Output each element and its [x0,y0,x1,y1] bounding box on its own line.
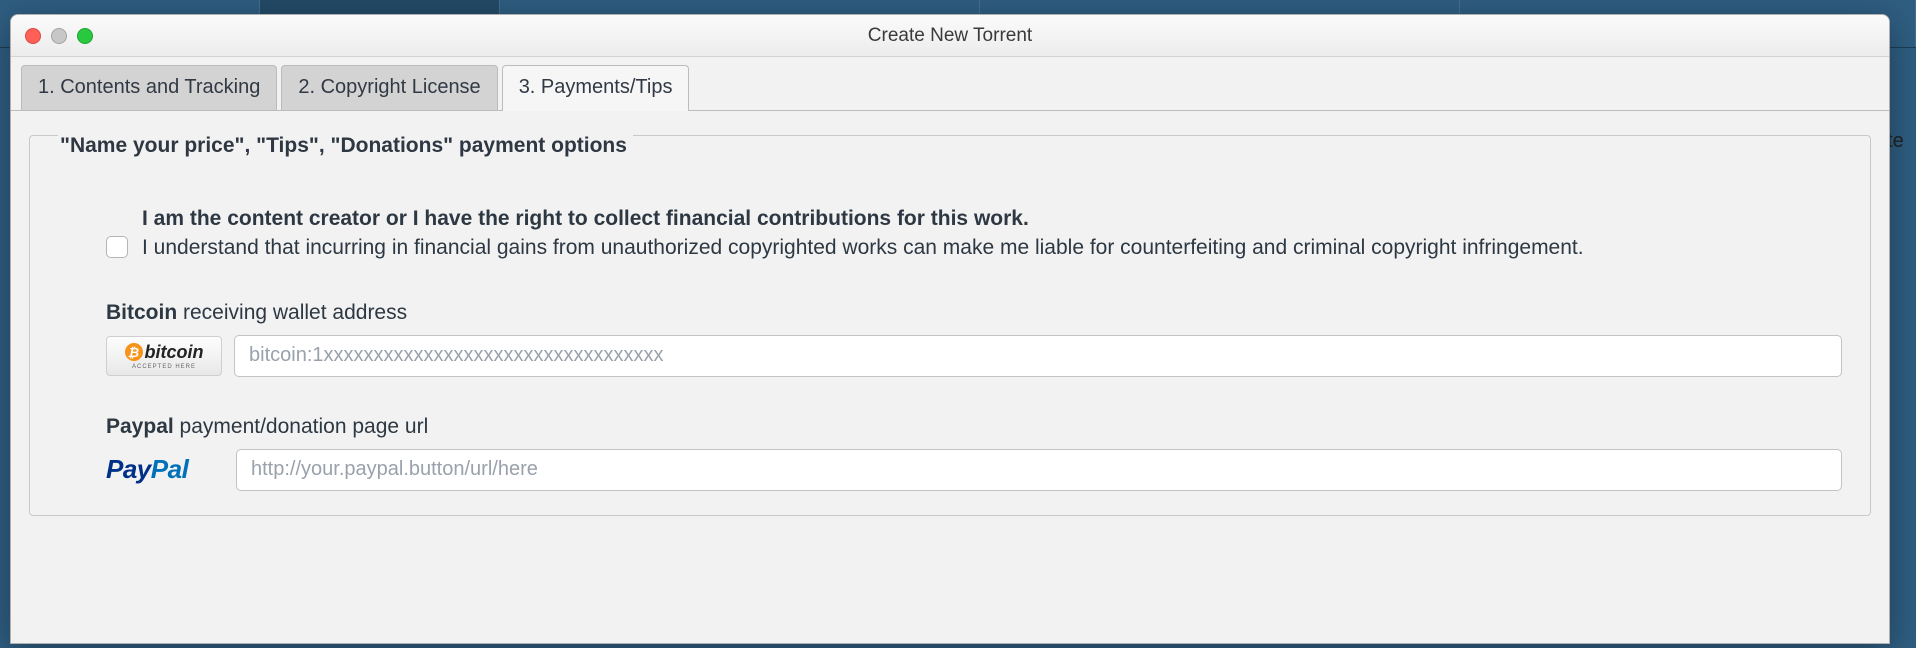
paypal-badge: PayPal [106,454,224,485]
consent-row: I am the content creator or I have the r… [106,204,1666,263]
consent-checkbox[interactable] [106,236,128,258]
minimize-icon[interactable] [51,28,67,44]
window-title: Create New Torrent [11,25,1889,47]
paypal-badge-p1: Pay [106,454,151,484]
tab-contents-and-tracking[interactable]: 1. Contents and Tracking [21,65,277,111]
tab-content: "Name your price", "Tips", "Donations" p… [11,110,1889,643]
paypal-badge-p2: Pal [151,454,189,484]
bitcoin-label: Bitcoin receiving wallet address [106,301,1842,325]
create-new-torrent-dialog: Create New Torrent 1. Contents and Track… [10,14,1890,644]
bitcoin-address-input[interactable] [234,335,1842,377]
tab-bar: 1. Contents and Tracking 2. Copyright Li… [11,57,1889,111]
tab-payments-tips[interactable]: 3. Payments/Tips [502,65,690,111]
paypal-label: Paypal payment/donation page url [106,415,1842,439]
zoom-icon[interactable] [77,28,93,44]
bitcoin-field: Bitcoin receiving wallet address ₿ bitco… [106,301,1842,377]
bitcoin-label-bold: Bitcoin [106,301,177,324]
titlebar: Create New Torrent [11,15,1889,57]
paypal-field: Paypal payment/donation page url PayPal [106,415,1842,491]
fieldset-heading: "Name your price", "Tips", "Donations" p… [58,134,633,158]
bitcoin-badge: ₿ bitcoin ACCEPTED HERE [106,336,222,376]
consent-text-bold: I am the content creator or I have the r… [142,204,1584,233]
bitcoin-icon: ₿ [125,343,143,361]
bitcoin-badge-text: bitcoin [145,342,204,363]
close-icon[interactable] [25,28,41,44]
paypal-label-bold: Paypal [106,415,174,438]
consent-text: I am the content creator or I have the r… [142,204,1584,263]
paypal-label-rest: payment/donation page url [174,415,429,438]
consent-text-body: I understand that incurring in financial… [142,236,1584,259]
tab-copyright-license[interactable]: 2. Copyright License [281,65,497,111]
bitcoin-badge-sub: ACCEPTED HERE [132,364,196,370]
paypal-url-input[interactable] [236,449,1842,491]
payments-fieldset: "Name your price", "Tips", "Donations" p… [29,135,1871,516]
bitcoin-label-rest: receiving wallet address [177,301,407,324]
window-controls [25,28,93,44]
